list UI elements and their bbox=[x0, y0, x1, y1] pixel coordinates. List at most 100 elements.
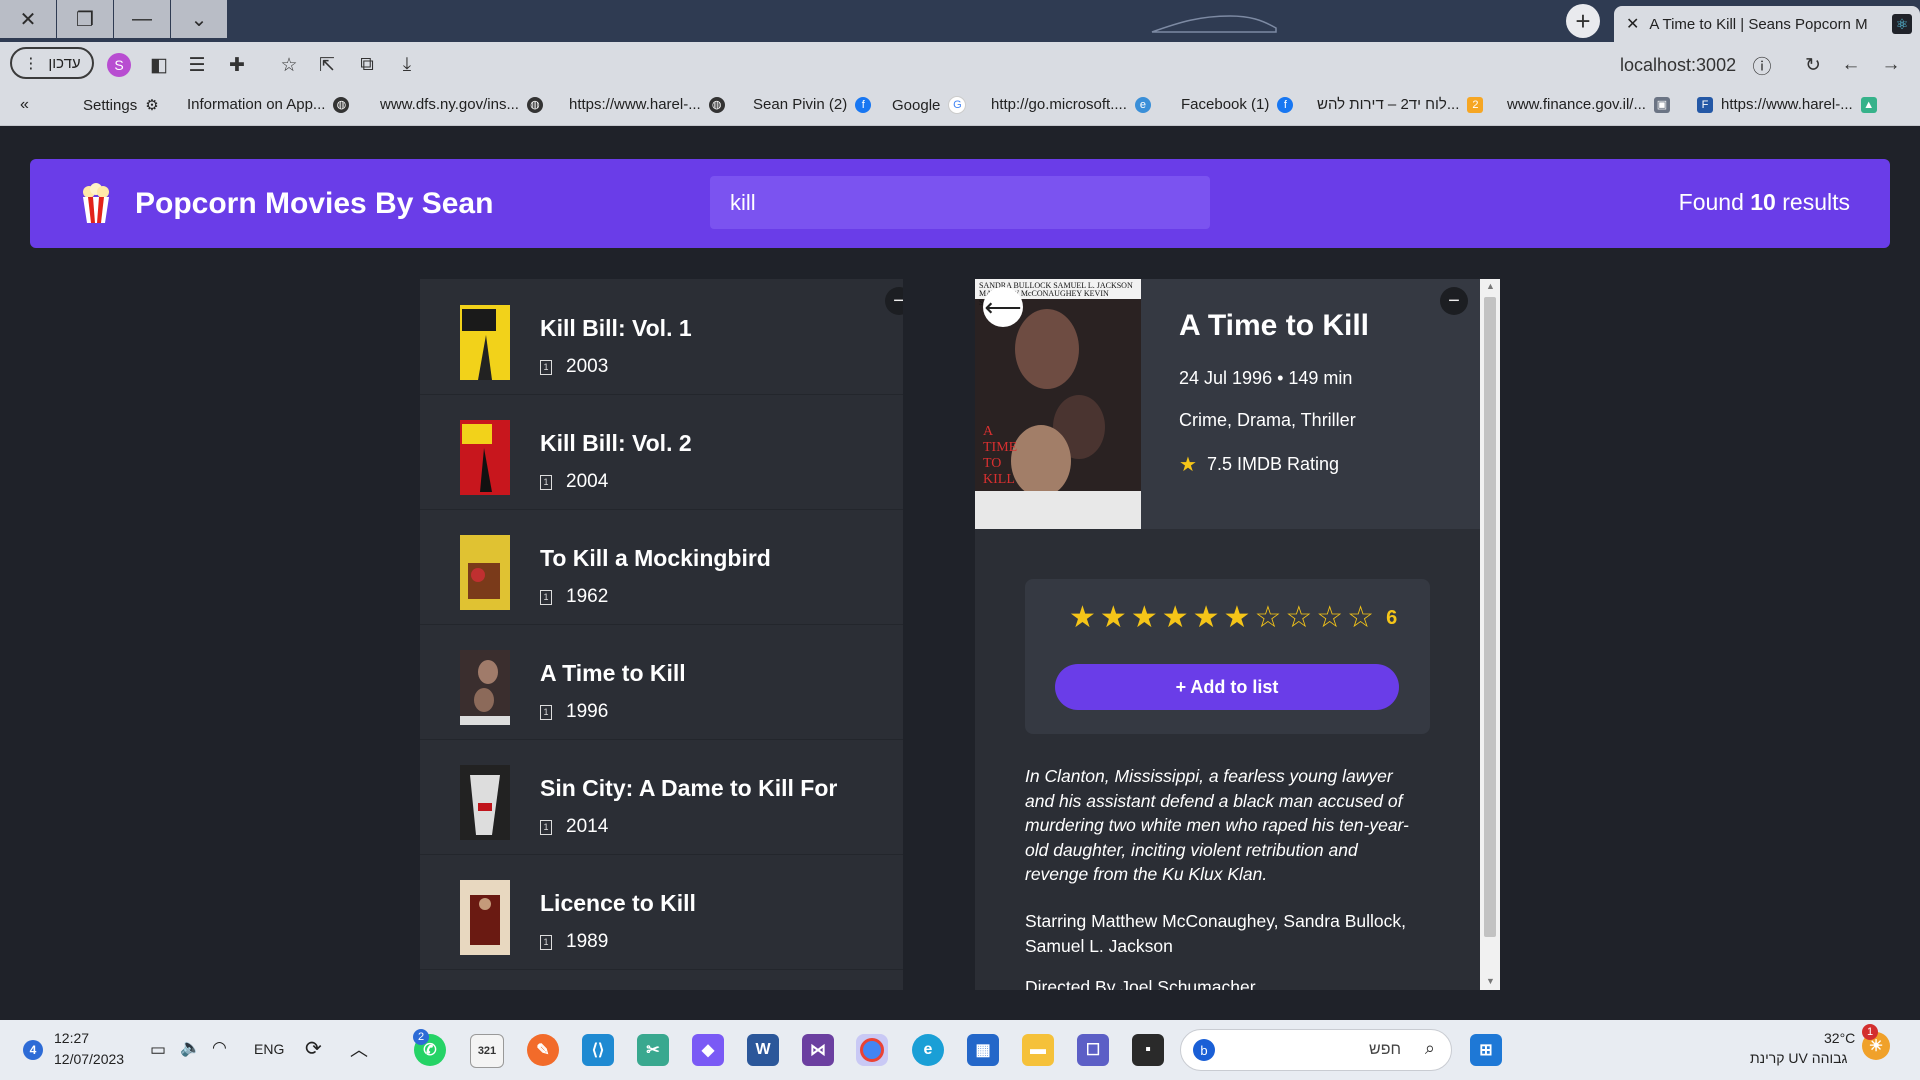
chevron-up-icon[interactable]: ︿ bbox=[350, 1036, 368, 1062]
list-item[interactable]: Sin City: A Dame to Kill For 1 2014 bbox=[420, 739, 903, 855]
new-tab-button[interactable]: + bbox=[1566, 4, 1600, 38]
extensions-icon[interactable]: ✚ bbox=[224, 52, 250, 78]
tab-a-time-to-kill[interactable]: ✕ A Time to Kill | Seans Popcorn M ⚛ bbox=[1614, 6, 1920, 42]
rating-star-icon[interactable]: ★ bbox=[1193, 603, 1220, 633]
year-text: 1996 bbox=[566, 701, 609, 722]
rating-star-icon[interactable]: ★ bbox=[1069, 603, 1096, 633]
whatsapp-badge: 2 bbox=[413, 1029, 429, 1045]
bookmark-facebook[interactable]: Facebook (1) f bbox=[1181, 96, 1294, 113]
translate-icon[interactable]: ⧉ bbox=[354, 52, 380, 78]
update-button[interactable]: ⋮ עדכון bbox=[10, 47, 94, 79]
rating-star-icon[interactable]: ☆ bbox=[1254, 603, 1281, 633]
teams-icon[interactable]: ☐ bbox=[1077, 1034, 1109, 1066]
minimize-window-button[interactable]: — bbox=[114, 0, 170, 38]
star-icon: ★ bbox=[1179, 454, 1197, 476]
visual-studio-icon[interactable]: ⋈ bbox=[802, 1034, 834, 1066]
volume-icon[interactable]: 🔈 bbox=[180, 1038, 201, 1058]
bookmarks-collapse-icon[interactable]: « bbox=[20, 96, 29, 114]
snipping-tool-icon[interactable]: ✂ bbox=[637, 1034, 669, 1066]
found-prefix: Found bbox=[1678, 189, 1744, 215]
close-tab-icon[interactable]: ✕ bbox=[1626, 14, 1639, 34]
movie-year: 1 2003 bbox=[540, 356, 608, 378]
devhome-icon[interactable]: ◆ bbox=[692, 1034, 724, 1066]
poster-title: A TIME TO KILL bbox=[983, 424, 1018, 487]
bookmark-yad2[interactable]: לוח יד2 – דירות להש... 2 bbox=[1317, 96, 1484, 113]
profile-avatar[interactable]: S bbox=[107, 53, 131, 77]
edge-icon[interactable]: e bbox=[912, 1034, 944, 1066]
collapse-detail-button[interactable]: − bbox=[1440, 287, 1468, 315]
add-to-list-button[interactable]: + Add to list bbox=[1055, 664, 1399, 710]
clock-date[interactable]: 12/07/2023 bbox=[54, 1051, 124, 1067]
battery-icon[interactable]: ▭ bbox=[150, 1040, 166, 1060]
back-icon[interactable]: ← bbox=[1838, 52, 1864, 78]
forward-icon[interactable]: → bbox=[1878, 52, 1904, 78]
bookmark-star-icon[interactable]: ☆ bbox=[276, 52, 302, 78]
list-item[interactable]: Kill Bill: Vol. 2 1 2004 bbox=[420, 394, 903, 510]
facebook-icon: f bbox=[855, 96, 872, 113]
rating-star-icon[interactable]: ★ bbox=[1224, 603, 1251, 633]
file-explorer-icon[interactable]: ▬ bbox=[1022, 1034, 1054, 1066]
tab-list-button[interactable]: ⌄ bbox=[171, 0, 227, 38]
list-item[interactable]: A Time to Kill 1 1996 bbox=[420, 624, 903, 740]
chrome-icon[interactable] bbox=[856, 1034, 888, 1066]
reading-list-icon[interactable]: ☰ bbox=[184, 52, 210, 78]
list-item[interactable]: Licence to Kill 1 1989 bbox=[420, 854, 903, 970]
movie-year: 1 1989 bbox=[540, 931, 608, 953]
bookmark-dfs[interactable]: www.dfs.ny.gov/ins... ◍ bbox=[380, 96, 543, 113]
rating-star-icon[interactable]: ☆ bbox=[1316, 603, 1343, 633]
search-value: kill bbox=[730, 189, 756, 215]
bookmark-sean-pivin[interactable]: Sean Pivin (2) f bbox=[753, 96, 872, 113]
detail-scrollbar[interactable]: ▲ ▼ bbox=[1480, 279, 1500, 990]
rating-star-icon[interactable]: ★ bbox=[1100, 603, 1127, 633]
bookmark-finance[interactable]: www.finance.gov.il/... ▣ bbox=[1507, 96, 1670, 113]
bookmark-label: http://go.microsoft.... bbox=[991, 96, 1127, 113]
install-icon[interactable]: ⤓ bbox=[394, 52, 420, 78]
bookmark-google[interactable]: Google G bbox=[892, 96, 967, 114]
sidebar-icon[interactable]: ◧ bbox=[146, 52, 172, 78]
rating-star-icon[interactable]: ☆ bbox=[1347, 603, 1374, 633]
sync-icon[interactable]: ⟳ bbox=[305, 1036, 322, 1061]
wifi-icon[interactable]: ◠ bbox=[212, 1038, 227, 1058]
address-bar[interactable]: localhost:3002 bbox=[1620, 55, 1736, 76]
taskbar-search[interactable]: b חפש ⌕ bbox=[1180, 1029, 1452, 1071]
bookmark-settings[interactable]: Settings ⚙ bbox=[83, 96, 159, 115]
notification-badge[interactable]: 4 bbox=[23, 1040, 43, 1060]
clock-time[interactable]: 12:27 bbox=[54, 1030, 89, 1046]
bookmark-harel[interactable]: https://www.harel-... ◍ bbox=[569, 96, 725, 113]
list-item[interactable]: To Kill a Mockingbird 1 1962 bbox=[420, 509, 903, 625]
temperature[interactable]: 32°C bbox=[1824, 1030, 1855, 1046]
star-rating[interactable]: ★ ★ ★ ★ ★ ★ ☆ ☆ ☆ ☆ 6 bbox=[1069, 603, 1397, 633]
bookmarks-bar: « Settings ⚙ Information on App... ◍ www.d… bbox=[0, 87, 1920, 126]
weather-text[interactable]: קרינת UV גבוהה bbox=[1750, 1050, 1847, 1066]
detail-scroll-thumb[interactable] bbox=[1484, 297, 1496, 937]
calendar-icon: 1 bbox=[540, 934, 552, 950]
store-icon[interactable]: ▦ bbox=[967, 1034, 999, 1066]
share-icon[interactable]: ⇱ bbox=[314, 52, 340, 78]
gear-icon: ⚙ bbox=[145, 97, 159, 114]
bookmark-harel-2[interactable]: Fhttps://www.harel-... ▲ bbox=[1697, 96, 1877, 113]
movie-year: 1 2004 bbox=[540, 471, 608, 493]
language-indicator[interactable]: ENG bbox=[254, 1041, 284, 1057]
rating-star-icon[interactable]: ☆ bbox=[1285, 603, 1312, 633]
terminal-icon[interactable]: ▪ bbox=[1132, 1034, 1164, 1066]
bookmark-microsoft[interactable]: http://go.microsoft.... e bbox=[991, 96, 1151, 113]
rating-star-icon[interactable]: ★ bbox=[1162, 603, 1189, 633]
bookmark-label: Google bbox=[892, 96, 941, 114]
word-icon[interactable]: W bbox=[747, 1034, 779, 1066]
list-item[interactable]: Kill Bill: Vol. 1 1 2003 bbox=[420, 279, 903, 395]
results-list[interactable]: Kill Bill: Vol. 1 1 2003 Kill Bill: Vol. … bbox=[420, 279, 903, 990]
site-info-icon[interactable]: ⓘ bbox=[1749, 52, 1775, 78]
bookmark-information[interactable]: Information on App... ◍ bbox=[187, 96, 350, 113]
calendar-icon: 1 bbox=[540, 359, 552, 375]
back-button[interactable]: ⟵ bbox=[983, 287, 1023, 327]
rating-star-icon[interactable]: ★ bbox=[1131, 603, 1158, 633]
bookmark-label: https://www.harel-... bbox=[1721, 96, 1853, 113]
postman-icon[interactable]: ✎ bbox=[527, 1034, 559, 1066]
close-window-button[interactable]: ✕ bbox=[0, 0, 56, 38]
vscode-icon[interactable]: ⟨⟩ bbox=[582, 1034, 614, 1066]
search-input[interactable]: kill bbox=[710, 176, 1210, 229]
windows-start-icon[interactable]: ⊞ bbox=[1470, 1034, 1502, 1066]
restore-window-button[interactable]: ❐ bbox=[57, 0, 113, 38]
calendar-app-icon[interactable]: 321 bbox=[470, 1034, 504, 1068]
reload-icon[interactable]: ↻ bbox=[1800, 52, 1826, 78]
